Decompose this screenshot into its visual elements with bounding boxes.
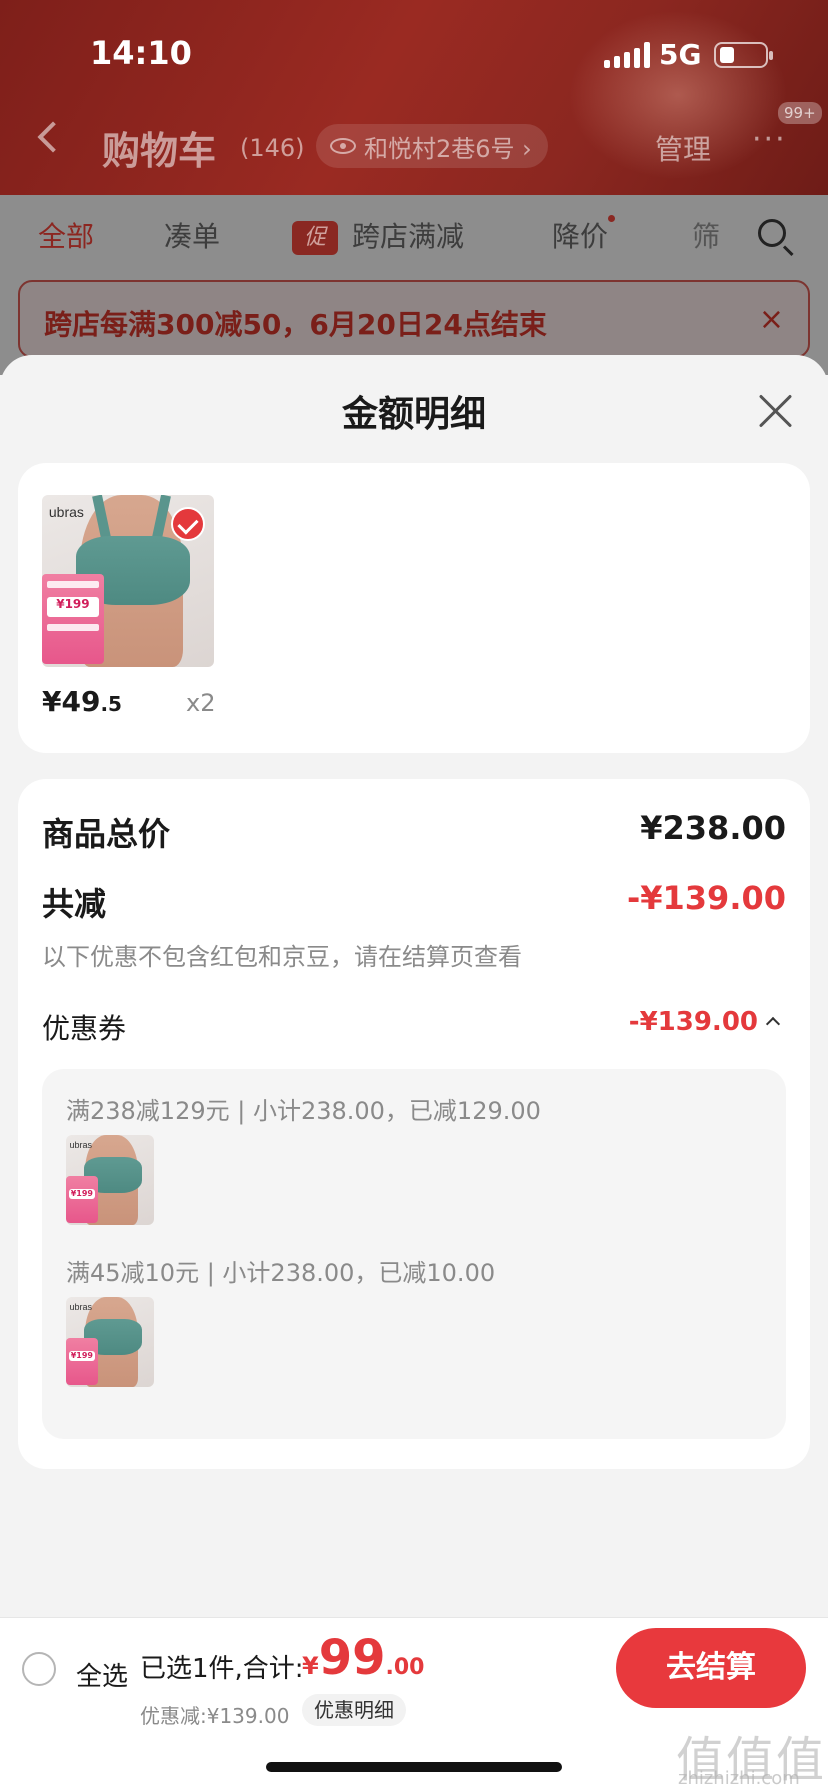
tab-cross-store[interactable]: 促跨店满减: [292, 215, 464, 255]
close-icon[interactable]: [756, 391, 796, 431]
coupon-value[interactable]: -¥139.00: [629, 1007, 758, 1037]
product-brand: ubras: [69, 1301, 93, 1312]
total-label: 商品总价: [42, 815, 171, 853]
red-dot-icon: [608, 215, 616, 222]
tab-collect[interactable]: 凑单: [164, 215, 220, 255]
status-time: 14:10: [90, 34, 192, 72]
product-brand: ubras: [48, 503, 84, 520]
search-icon[interactable]: [758, 219, 786, 247]
checkout-button[interactable]: 去结算: [616, 1628, 806, 1708]
amount-detail-sheet: 金额明细 ubras ¥199 ¥49.5 x2 商品总价 ¥238.00 共减…: [0, 355, 828, 1617]
reduce-label: 共减: [42, 885, 107, 923]
watermark-url: zhizhizhi.com: [678, 1768, 800, 1789]
total-dec: .00: [385, 1655, 425, 1680]
coupon-label[interactable]: 优惠券: [42, 1007, 126, 1047]
total-price: ¥99.00: [302, 1630, 424, 1686]
tab-cross-store-label: 跨店满减: [352, 220, 465, 253]
more-icon[interactable]: ···: [752, 122, 787, 157]
coupon-rule-1: 满238减129元 | 小计238.00，已减129.00: [66, 1097, 541, 1125]
cart-count: (146): [240, 134, 305, 162]
total-value: ¥238.00: [640, 809, 786, 847]
message-badge: 99+: [778, 102, 822, 124]
back-icon[interactable]: [37, 121, 69, 153]
status-bar: 14:10 5G: [0, 0, 828, 100]
price-tag-line: [46, 581, 99, 589]
manage-button[interactable]: 管理: [655, 128, 711, 168]
home-indicator[interactable]: [266, 1762, 562, 1772]
checkmark-icon: [171, 507, 205, 541]
total-int: 99: [318, 1630, 386, 1686]
coupon-product-image-1: ubras ¥199: [66, 1135, 154, 1225]
tab-filter[interactable]: 筛: [692, 215, 720, 255]
cart-title: 购物车: [102, 129, 217, 173]
product-tag-price: ¥199: [46, 597, 99, 618]
coupon-detail-box: 满238减129元 | 小计238.00，已减129.00 ubras ¥199…: [42, 1069, 786, 1439]
chevron-up-icon[interactable]: [765, 1016, 781, 1032]
signal-icon: [604, 42, 650, 68]
sheet-title: 金额明细: [341, 394, 486, 435]
product-price-tag: ¥199: [66, 1338, 98, 1386]
coupon-product-image-2: ubras ¥199: [66, 1297, 154, 1387]
coupon-rule-2: 满45减10元 | 小计238.00，已减10.00: [66, 1259, 496, 1287]
battery-icon: [714, 42, 773, 68]
discount-note: 以下优惠不包含红包和京豆，请在结算页查看: [42, 943, 522, 971]
product-price-tag: ¥199: [42, 574, 104, 664]
reduce-value: -¥139.00: [626, 879, 786, 917]
product-price: ¥49.5: [42, 685, 122, 718]
network-type: 5G: [659, 38, 702, 71]
product-image[interactable]: ubras ¥199: [42, 495, 214, 667]
promo-banner: 跨店每满300减50，6月20日24点结束 ×: [18, 280, 810, 358]
product-tag-price: ¥199: [68, 1350, 96, 1361]
product-brand: ubras: [69, 1139, 93, 1150]
cart-tabs: 全部 凑单 促跨店满减 降价 筛: [0, 215, 828, 265]
select-all-label[interactable]: 全选: [76, 1656, 128, 1693]
address-chip[interactable]: 和悦村2巷6号 ›: [316, 124, 548, 168]
discount-amount: 优惠减:¥139.00: [140, 1704, 290, 1728]
promo-text: 跨店每满300减50，6月20日24点结束: [44, 308, 547, 341]
promo-icon: 促: [292, 221, 338, 255]
address-text: 和悦村2巷6号 ›: [364, 134, 532, 163]
product-price-tag: ¥199: [66, 1176, 98, 1224]
selected-info: 已选1件,合计:: [140, 1654, 304, 1684]
total-currency: ¥: [302, 1652, 319, 1680]
tab-price-drop[interactable]: 降价: [552, 215, 616, 255]
product-price-dec: .5: [100, 692, 122, 716]
select-all-radio[interactable]: [22, 1652, 56, 1686]
cart-header: 购物车 (146) 和悦村2巷6号 › 管理 ··· 99+: [0, 102, 828, 182]
discount-detail-button[interactable]: 优惠明细: [302, 1694, 406, 1726]
product-tag-price: ¥199: [68, 1188, 96, 1199]
tab-price-drop-label: 降价: [552, 220, 609, 253]
eye-icon: [330, 138, 356, 154]
price-summary-card: 商品总价 ¥238.00 共减 -¥139.00 以下优惠不包含红包和京豆，请在…: [18, 779, 810, 1469]
product-card: ubras ¥199 ¥49.5 x2: [18, 463, 810, 753]
close-icon[interactable]: ×: [759, 302, 784, 337]
price-tag-line: [46, 624, 99, 632]
product-price-int: ¥49: [42, 685, 101, 718]
tab-all[interactable]: 全部: [38, 215, 94, 255]
product-quantity: x2: [186, 689, 216, 717]
